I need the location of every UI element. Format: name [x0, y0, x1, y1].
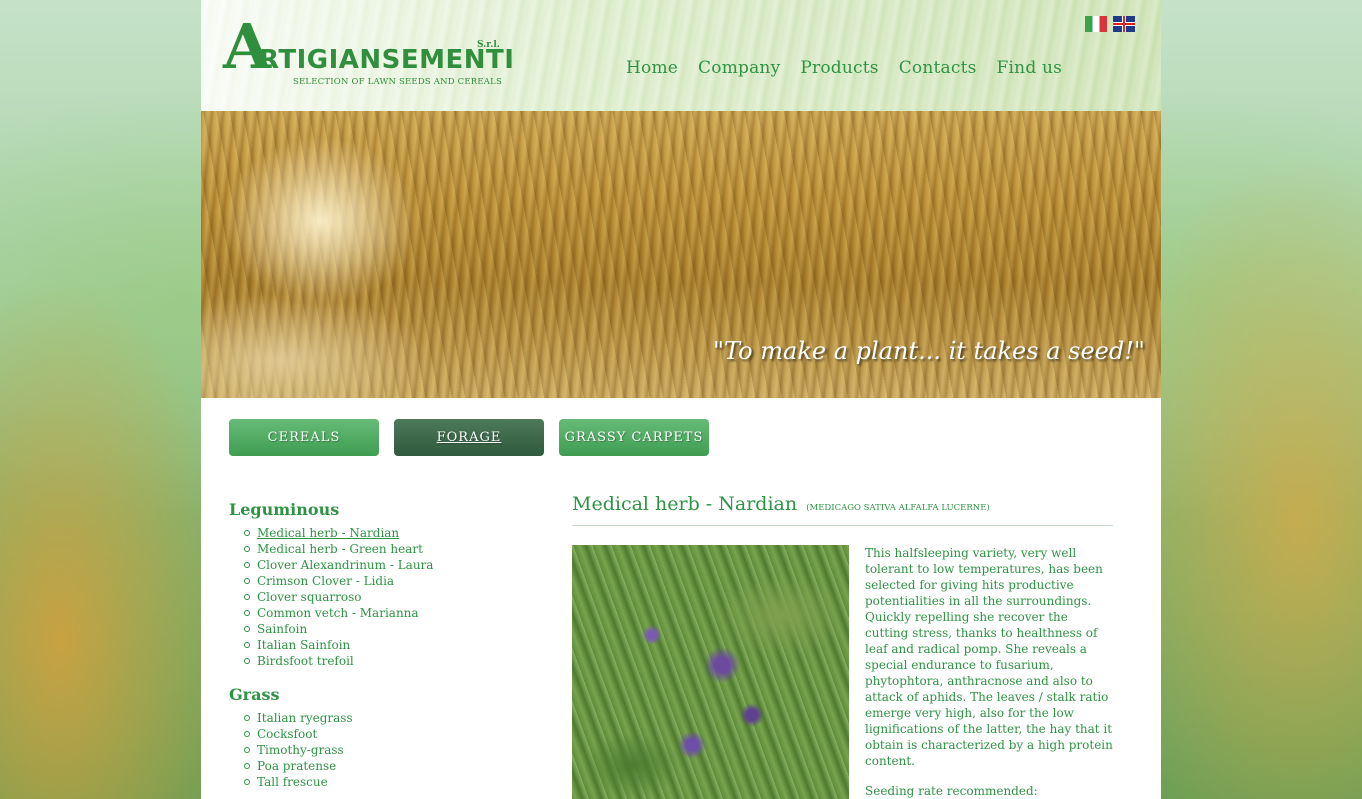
product-sidebar: Leguminous Medical herb - Nardian Medica…: [229, 500, 549, 799]
hero-banner: "To make a plant... it takes a seed!": [201, 111, 1161, 398]
sidebar-heading-leguminous: Leguminous: [229, 500, 340, 519]
logo[interactable]: A RTIGIANSEMENTI S.r.l. SELECTION OF LAW…: [223, 16, 514, 90]
list-item: Poa pratense: [244, 758, 549, 774]
sidebar-link[interactable]: Poa pratense: [257, 759, 336, 773]
nav-company[interactable]: Company: [698, 58, 780, 78]
sidebar-link[interactable]: Timothy-grass: [257, 743, 344, 757]
sidebar-link[interactable]: Clover squarroso: [257, 590, 361, 604]
list-item: Medical herb - Nardian: [244, 525, 549, 541]
grass-list: Italian ryegrass Cocksfoot Timothy-grass…: [229, 710, 549, 790]
tab-forage[interactable]: FORAGE: [394, 419, 544, 456]
list-item: Cocksfoot: [244, 726, 549, 742]
tab-grassy-carpets[interactable]: GRASSY CARPETS: [559, 419, 709, 456]
sidebar-link[interactable]: Crimson Clover - Lidia: [257, 574, 394, 588]
leguminous-list: Medical herb - Nardian Medical herb - Gr…: [229, 525, 549, 669]
logo-srl: S.r.l.: [477, 40, 500, 50]
sidebar-link[interactable]: Tall frescue: [257, 775, 328, 789]
italian-flag-icon[interactable]: [1085, 16, 1107, 32]
nav-find-us[interactable]: Find us: [997, 58, 1063, 78]
category-tabs: CEREALS FORAGE GRASSY CARPETS: [229, 419, 709, 456]
sidebar-link[interactable]: Common vetch - Marianna: [257, 606, 419, 620]
product-title: Medical herb - Nardian: [572, 493, 798, 515]
list-item: Clover Alexandrinum - Laura: [244, 557, 549, 573]
page-container: A RTIGIANSEMENTI S.r.l. SELECTION OF LAW…: [201, 0, 1161, 799]
description-text: This halfsleeping variety, very well tol…: [865, 546, 1113, 768]
sidebar-link[interactable]: Medical herb - Green heart: [257, 542, 423, 556]
nav-contacts[interactable]: Contacts: [899, 58, 977, 78]
main-nav: Home Company Products Contacts Find us: [626, 58, 1062, 78]
sidebar-link[interactable]: Clover Alexandrinum - Laura: [257, 558, 433, 572]
sidebar-link[interactable]: Cocksfoot: [257, 727, 317, 741]
list-item: Tall frescue: [244, 774, 549, 790]
tab-cereals[interactable]: CEREALS: [229, 419, 379, 456]
list-item: Birdsfoot trefoil: [244, 653, 549, 669]
list-item: Italian ryegrass: [244, 710, 549, 726]
sidebar-heading-grass: Grass: [229, 685, 280, 704]
banner-quote: "To make a plant... it takes a seed!": [713, 337, 1145, 365]
list-item: Sainfoin: [244, 621, 549, 637]
sidebar-link[interactable]: Italian ryegrass: [257, 711, 353, 725]
list-item: Crimson Clover - Lidia: [244, 573, 549, 589]
nav-home[interactable]: Home: [626, 58, 678, 78]
list-item: Medical herb - Green heart: [244, 541, 549, 557]
english-flag-icon[interactable]: [1113, 16, 1135, 32]
uk-cross-vertical: [1123, 16, 1125, 32]
product-latin-name: (MEDICAGO SATIVA ALFALFA LUCERNE): [806, 503, 990, 513]
product-description: This halfsleeping variety, very well tol…: [865, 545, 1113, 799]
sidebar-link[interactable]: Medical herb - Nardian: [257, 526, 399, 540]
product-detail: Medical herb - Nardian (MEDICAGO SATIVA …: [572, 493, 1113, 799]
list-item: Clover squarroso: [244, 589, 549, 605]
sidebar-link[interactable]: Italian Sainfoin: [257, 638, 350, 652]
nav-products[interactable]: Products: [800, 58, 878, 78]
list-item: Timothy-grass: [244, 742, 549, 758]
logo-name: RTIGIANSEMENTI: [259, 45, 515, 75]
header: A RTIGIANSEMENTI S.r.l. SELECTION OF LAW…: [201, 0, 1161, 111]
list-item: Italian Sainfoin: [244, 637, 549, 653]
product-photo: [572, 545, 849, 799]
sidebar-link[interactable]: Birdsfoot trefoil: [257, 654, 354, 668]
sidebar-link[interactable]: Sainfoin: [257, 622, 307, 636]
product-title-row: Medical herb - Nardian (MEDICAGO SATIVA …: [572, 493, 1113, 526]
language-switcher: [1085, 16, 1135, 32]
logo-tagline: SELECTION OF LAWN SEEDS AND CEREALS: [293, 77, 502, 87]
list-item: Common vetch - Marianna: [244, 605, 549, 621]
seeding-rate-label: Seeding rate recommended:: [865, 784, 1038, 798]
